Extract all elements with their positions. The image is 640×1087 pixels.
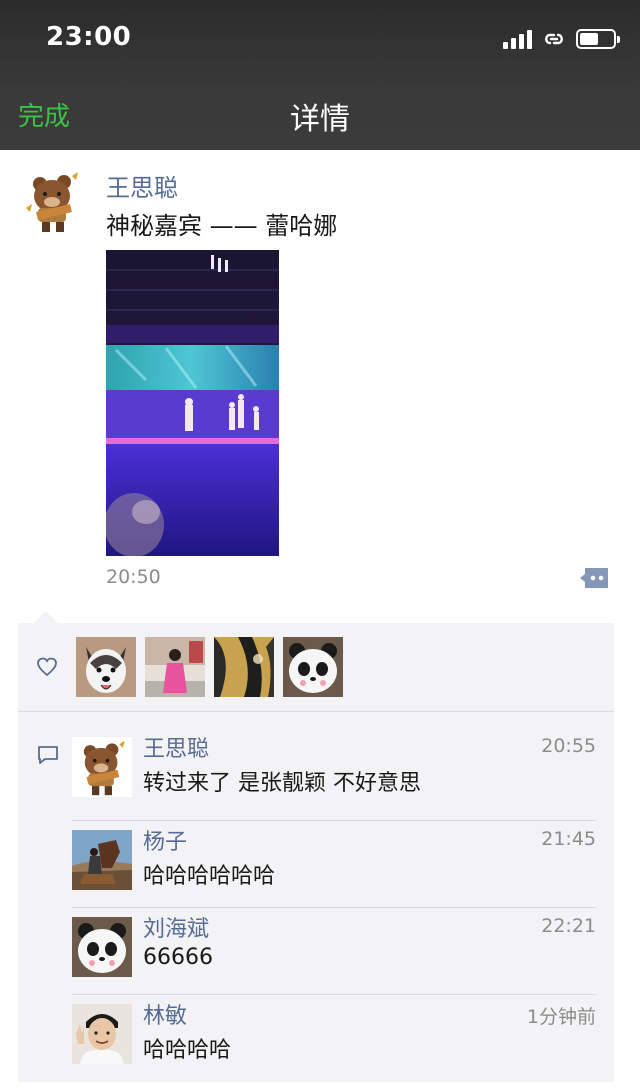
comment-time: 1分钟前 [526, 1006, 596, 1028]
status-icons [503, 26, 620, 52]
interaction-panel: 王思聪 20:55 转过来了 是张靓颖 不好意思 杨子 21:45 哈哈哈哈哈哈 [18, 623, 614, 1082]
comment-more-icon[interactable] [580, 566, 610, 590]
heart-outline-icon [37, 657, 57, 677]
comment-avatar[interactable] [72, 737, 132, 797]
comment-divider [72, 907, 596, 908]
post-text: 神秘嘉宾 —— 蕾哈娜 [106, 212, 338, 240]
liker-avatar[interactable] [283, 637, 343, 697]
liker-list [76, 637, 343, 697]
status-time: 23:00 [46, 22, 132, 52]
panel-divider [18, 711, 614, 712]
liker-avatar[interactable] [76, 637, 136, 697]
page-title: 详情 [290, 102, 350, 137]
hotspot-link-icon [545, 33, 563, 45]
comment-time: 22:21 [541, 915, 596, 937]
comment-time: 21:45 [541, 828, 596, 850]
liker-avatar[interactable] [214, 637, 274, 697]
comment-divider [72, 994, 596, 995]
comment-author[interactable]: 王思聪 [143, 731, 209, 763]
liker-avatar[interactable] [145, 637, 205, 697]
comment-avatar[interactable] [72, 830, 132, 890]
panel-pointer [34, 611, 58, 623]
cellular-signal-icon [503, 29, 532, 49]
comment-divider [72, 820, 596, 821]
comment-text: 转过来了 是张靓颖 不好意思 [143, 771, 421, 796]
comment-author[interactable]: 林敏 [143, 998, 187, 1030]
top-bar: 23:00 完成 详情 [0, 0, 640, 150]
comment-avatar[interactable] [72, 917, 132, 977]
comment-author[interactable]: 杨子 [143, 824, 187, 856]
post-author-avatar[interactable] [20, 168, 86, 234]
comment-text: 哈哈哈哈 [143, 1038, 232, 1063]
comment-avatar[interactable] [72, 1004, 132, 1064]
battery-level [580, 33, 598, 45]
comment-time: 20:55 [541, 735, 596, 757]
comment-text: 哈哈哈哈哈哈 [143, 864, 276, 889]
post-time: 20:50 [106, 566, 161, 588]
comment-author[interactable]: 刘海斌 [143, 911, 209, 943]
battery-icon [576, 29, 620, 49]
comment-text: 66666 [143, 945, 213, 970]
post-author-name[interactable]: 王思聪 [106, 168, 178, 203]
post-photo[interactable] [106, 250, 279, 556]
speech-bubble-icon [38, 746, 58, 764]
